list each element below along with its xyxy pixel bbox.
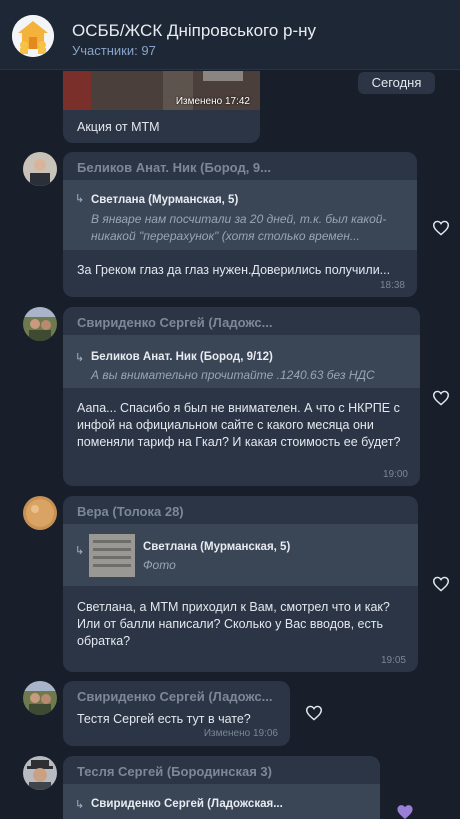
reply-text: Фото bbox=[143, 558, 176, 572]
reply-arrow-icon: ↳ bbox=[75, 799, 85, 811]
sender-avatar[interactable] bbox=[23, 681, 57, 715]
date-divider: Сегодня bbox=[358, 72, 435, 94]
message-text: Тестя Сергей есть тут в чате? bbox=[77, 712, 251, 726]
message-text: За Греком глаз да глаз нужен.Доверились … bbox=[77, 263, 391, 277]
reply-text-line-1: В январе нам посчитали за 20 дней, т.к. … bbox=[91, 212, 387, 226]
sender-avatar[interactable] bbox=[23, 152, 57, 186]
reply-text: А вы внимательно прочитайте .1240.63 без… bbox=[91, 368, 375, 382]
sender-avatar[interactable] bbox=[23, 307, 57, 341]
members-count: 97 bbox=[141, 43, 156, 58]
reply-author: Светлана (Мурманская, 5) bbox=[143, 541, 291, 553]
sender-name[interactable]: Вера (Толока 28) bbox=[77, 504, 184, 519]
like-heart-icon[interactable] bbox=[432, 390, 450, 406]
reply-arrow-icon: ↳ bbox=[75, 545, 85, 557]
message-time: Изменено 19:06 bbox=[203, 728, 278, 739]
like-heart-icon[interactable] bbox=[432, 220, 450, 236]
reply-arrow-icon: ↳ bbox=[75, 352, 85, 364]
reply-text-line-2: никакой "перерахунок" (хотя столько врем… bbox=[91, 229, 360, 243]
reply-quote[interactable]: ↳ Светлана (Мурманская, 5) В январе нам … bbox=[63, 180, 417, 250]
reply-author: Беликов Анат. Ник (Бород, 9/12) bbox=[91, 351, 273, 363]
sender-name[interactable]: Свириденко Сергей (Ладожс... bbox=[77, 689, 272, 704]
members-info[interactable]: Участники: 97 bbox=[72, 43, 156, 58]
like-heart-icon[interactable] bbox=[305, 705, 323, 721]
message-bubble[interactable]: Свириденко Сергей (Ладожс... Тестя Серге… bbox=[63, 681, 290, 746]
message-time: 18:38 bbox=[379, 280, 405, 291]
photo-thumbnail[interactable]: Изменено 17:42 bbox=[63, 71, 260, 110]
reply-quote[interactable]: ↳ Беликов Анат. Ник (Бород, 9/12) А вы в… bbox=[63, 335, 420, 388]
message-bubble[interactable]: Свириденко Сергей (Ладожс... ↳ Беликов А… bbox=[63, 307, 420, 486]
sender-name[interactable]: Свириденко Сергей (Ладожс... bbox=[77, 315, 272, 330]
reply-arrow-icon: ↳ bbox=[75, 193, 85, 205]
reply-quote[interactable]: ↳ Светлана (Мурманская, 5) Фото bbox=[63, 524, 418, 586]
message-bubble[interactable]: Вера (Толока 28) ↳ Светлана (Мурманская,… bbox=[63, 496, 418, 672]
message-text: Аапа... Спасибо я был не внимателен. А ч… bbox=[77, 401, 401, 449]
photo-caption: Изменено 17:42 bbox=[175, 96, 250, 107]
message-bubble[interactable]: Беликов Анат. Ник (Бород, 9... ↳ Светлан… bbox=[63, 152, 417, 297]
message-text: Светлана, а МТМ приходил к Вам, смотрел … bbox=[77, 600, 390, 648]
members-label: Участники: bbox=[72, 43, 138, 58]
sender-name[interactable]: Тесля Сергей (Бородинская 3) bbox=[77, 764, 272, 779]
message-time: 19:00 bbox=[382, 469, 408, 480]
reply-quote[interactable]: ↳ Свириденко Сергей (Ладожская... bbox=[63, 784, 380, 819]
message-bubble[interactable]: Изменено 17:42 Акция от МТМ bbox=[63, 71, 260, 143]
sender-avatar[interactable] bbox=[23, 756, 57, 790]
group-avatar[interactable] bbox=[12, 15, 54, 57]
message-text: Акция от МТМ bbox=[77, 120, 160, 134]
reply-author: Светлана (Мурманская, 5) bbox=[91, 194, 239, 206]
message-bubble[interactable]: Тесля Сергей (Бородинская 3) ↳ Свириденк… bbox=[63, 756, 380, 819]
message-time: 19:05 bbox=[380, 655, 406, 666]
reply-photo-thumbnail[interactable] bbox=[89, 534, 135, 577]
sender-avatar[interactable] bbox=[23, 496, 57, 530]
reply-author: Свириденко Сергей (Ладожская... bbox=[91, 798, 283, 810]
like-heart-filled-icon[interactable] bbox=[396, 804, 414, 819]
group-title[interactable]: ОСББ/ЖСК Дніпровського р-ну bbox=[72, 21, 316, 41]
sender-name[interactable]: Беликов Анат. Ник (Бород, 9... bbox=[77, 160, 271, 175]
like-heart-icon[interactable] bbox=[432, 576, 450, 592]
chat-header: ОСББ/ЖСК Дніпровського р-ну Участники: 9… bbox=[0, 0, 460, 70]
message-list[interactable]: Изменено 17:42 Акция от МТМ Сегодня Бели… bbox=[0, 71, 460, 819]
